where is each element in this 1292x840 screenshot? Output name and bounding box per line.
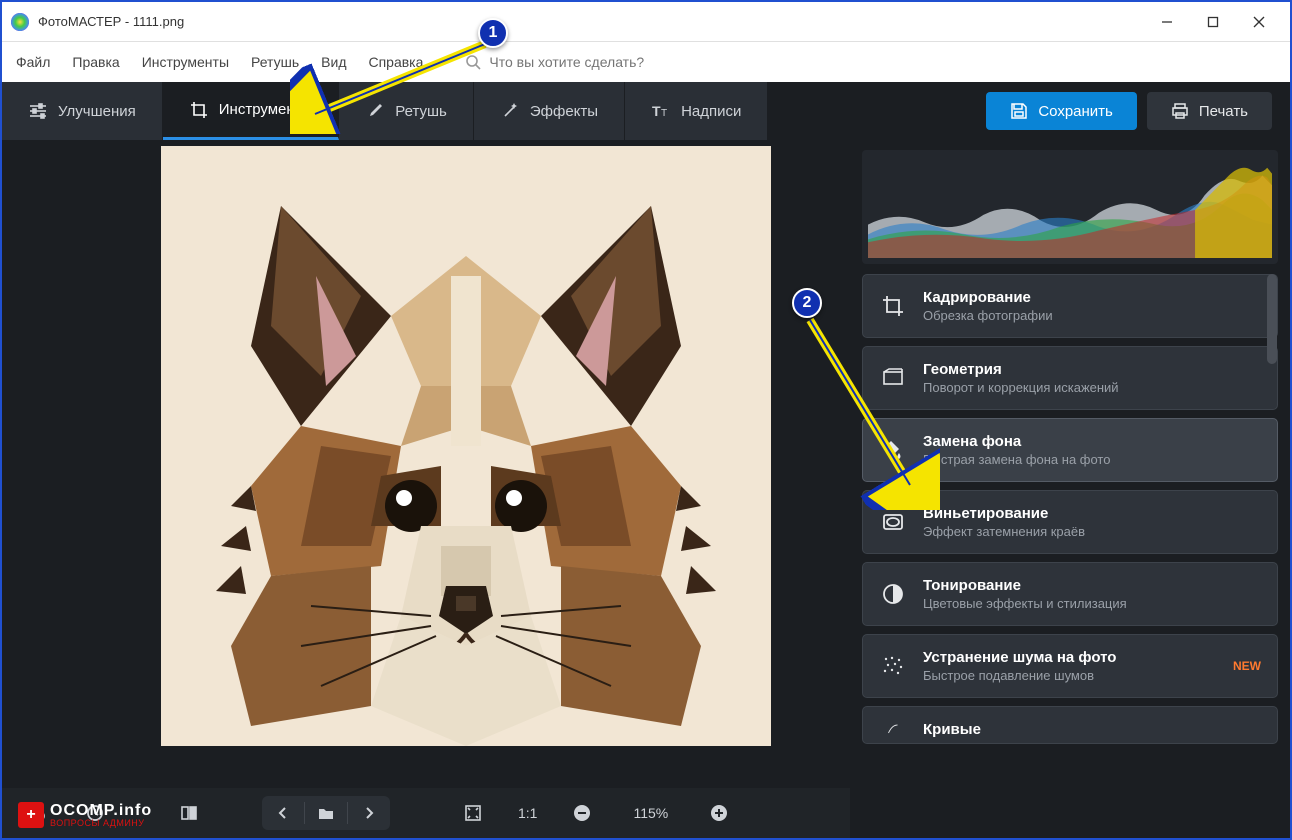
save-icon	[1010, 102, 1028, 120]
fit-screen-button[interactable]	[452, 796, 494, 830]
tab-tools[interactable]: Инструменты	[163, 82, 340, 140]
menu-view[interactable]: Вид	[321, 54, 346, 70]
tab-enhance-label: Улучшения	[58, 103, 136, 120]
tool-crop-sub: Обрезка фотографии	[923, 308, 1261, 323]
tab-retouch-label: Ретушь	[395, 103, 447, 120]
zoom-value: 115%	[619, 805, 682, 821]
print-button[interactable]: Печать	[1147, 92, 1272, 130]
watermark-line1: OCOMP.info	[50, 803, 152, 819]
tab-text[interactable]: TT Надписи	[625, 82, 768, 140]
tool-crop[interactable]: Кадрирование Обрезка фотографии	[862, 274, 1278, 338]
svg-text:T: T	[652, 103, 661, 119]
scroll-thumb[interactable]	[1267, 274, 1277, 364]
tool-toning-title: Тонирование	[923, 577, 1261, 594]
menu-help[interactable]: Справка	[368, 54, 423, 70]
callout-2-label: 2	[792, 288, 822, 318]
tool-replace-bg-title: Замена фона	[923, 433, 1261, 450]
geometry-icon	[879, 364, 907, 392]
prev-image-button[interactable]	[262, 796, 304, 830]
minimize-button[interactable]	[1144, 6, 1190, 38]
menu-edit[interactable]: Правка	[72, 54, 119, 70]
print-label: Печать	[1199, 103, 1248, 120]
tool-replace-bg-sub: Быстрая замена фона на фото	[923, 452, 1261, 467]
main-toolbar: Улучшения Инструменты Ретушь Эффекты TT …	[2, 82, 1290, 140]
tool-geometry-sub: Поворот и коррекция искажений	[923, 380, 1261, 395]
search-icon	[465, 54, 481, 70]
tool-vignette[interactable]: Виньетирование Эффект затемнения краёв	[862, 490, 1278, 554]
zoom-out-button[interactable]	[561, 796, 603, 830]
tool-toning-sub: Цветовые эффекты и стилизация	[923, 596, 1261, 611]
sidebar-scrollbar[interactable]	[1266, 274, 1278, 828]
nav-group	[262, 796, 390, 830]
canvas-viewport[interactable]	[2, 140, 850, 788]
watermark-line2: ВОПРОСЫ АДМИНУ	[50, 819, 152, 828]
app-icon	[10, 12, 30, 32]
tool-list: Кадрирование Обрезка фотографии Геометри…	[862, 274, 1278, 828]
tool-denoise-sub: Быстрое подавление шумов	[923, 668, 1217, 683]
noise-icon	[879, 652, 907, 680]
zoom-in-button[interactable]	[698, 796, 740, 830]
menu-tools[interactable]: Инструменты	[142, 54, 229, 70]
search-wrap	[465, 54, 709, 70]
menu-file[interactable]: Файл	[16, 54, 50, 70]
tool-replace-bg[interactable]: Замена фона Быстрая замена фона на фото	[862, 418, 1278, 482]
title-bar: ФотоМАСТЕР - 1111.png	[2, 2, 1290, 42]
tool-toning[interactable]: Тонирование Цветовые эффекты и стилизаци…	[862, 562, 1278, 626]
crop-icon	[879, 292, 907, 320]
save-button[interactable]: Сохранить	[986, 92, 1137, 130]
search-input[interactable]	[489, 54, 709, 70]
actual-size-button[interactable]: 1:1	[510, 796, 545, 830]
tab-retouch[interactable]: Ретушь	[339, 82, 474, 140]
print-icon	[1171, 102, 1189, 120]
window-title: ФотоМАСТЕР - 1111.png	[38, 14, 1144, 29]
crop-icon	[189, 100, 209, 120]
badge-new: NEW	[1233, 659, 1261, 673]
callout-2: 2	[792, 288, 822, 318]
bucket-icon	[879, 436, 907, 464]
tool-denoise-title: Устранение шума на фото	[923, 649, 1217, 666]
open-folder-button[interactable]	[305, 796, 347, 830]
menu-bar: Файл Правка Инструменты Ретушь Вид Справ…	[2, 42, 1290, 82]
compare-button[interactable]	[168, 796, 210, 830]
tool-denoise[interactable]: Устранение шума на фото Быстрое подавлен…	[862, 634, 1278, 698]
toning-icon	[879, 580, 907, 608]
tab-effects[interactable]: Эффекты	[474, 82, 625, 140]
tool-crop-title: Кадрирование	[923, 289, 1261, 306]
maximize-button[interactable]	[1190, 6, 1236, 38]
plus-icon: +	[18, 802, 44, 828]
svg-text:T: T	[661, 108, 667, 119]
menu-retouch[interactable]: Ретушь	[251, 54, 299, 70]
next-image-button[interactable]	[348, 796, 390, 830]
histogram	[862, 150, 1278, 264]
wand-icon	[500, 101, 520, 121]
tab-effects-label: Эффекты	[530, 103, 598, 120]
tool-curves[interactable]: Кривые	[862, 706, 1278, 744]
vignette-icon	[879, 508, 907, 536]
tab-text-label: Надписи	[681, 103, 741, 120]
tool-curves-title: Кривые	[923, 721, 1261, 738]
window-controls	[1144, 6, 1282, 38]
watermark: + OCOMP.info ВОПРОСЫ АДМИНУ	[18, 802, 152, 828]
callout-1-label: 1	[478, 18, 508, 48]
side-panel: Кадрирование Обрезка фотографии Геометри…	[850, 140, 1290, 838]
text-icon: TT	[651, 101, 671, 121]
tool-geometry-title: Геометрия	[923, 361, 1261, 378]
save-label: Сохранить	[1038, 103, 1113, 120]
tab-tools-label: Инструменты	[219, 101, 313, 118]
tool-vignette-title: Виньетирование	[923, 505, 1261, 522]
close-button[interactable]	[1236, 6, 1282, 38]
tab-enhance[interactable]: Улучшения	[2, 82, 163, 140]
tool-geometry[interactable]: Геометрия Поворот и коррекция искажений	[862, 346, 1278, 410]
tool-vignette-sub: Эффект затемнения краёв	[923, 524, 1261, 539]
curves-icon	[879, 715, 907, 743]
sliders-icon	[28, 101, 48, 121]
callout-1: 1	[478, 18, 508, 48]
brush-icon	[365, 101, 385, 121]
canvas-image	[161, 146, 771, 746]
canvas-area: 1:1 115%	[2, 140, 850, 838]
